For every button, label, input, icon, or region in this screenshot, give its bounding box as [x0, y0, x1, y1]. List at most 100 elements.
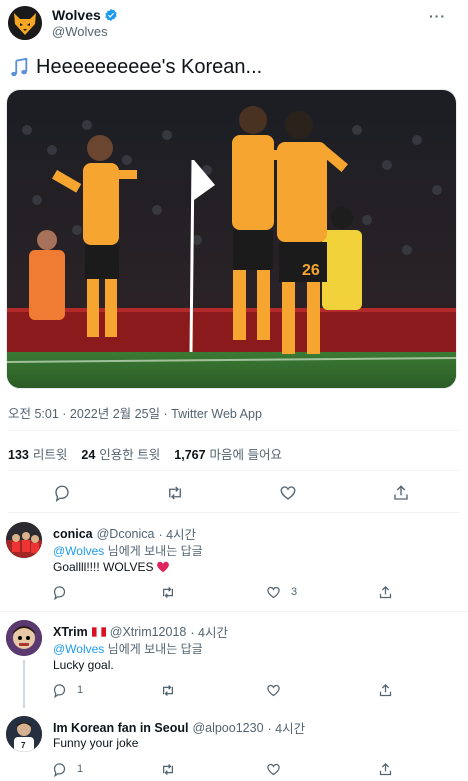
- tweet-stats: 133 리트윗 24 인용한 트윗 1,767 마음에 들어요: [8, 444, 282, 463]
- reply-time[interactable]: · 4시간: [268, 718, 306, 737]
- reply-like-button[interactable]: 3: [266, 584, 297, 600]
- retweets-stat[interactable]: 133 리트윗: [8, 444, 67, 463]
- reply-share-button[interactable]: [378, 682, 393, 698]
- reply-author-name[interactable]: Im Korean fan in Seoul: [53, 721, 188, 735]
- like-icon: [280, 486, 296, 500]
- reply-text-row: Funny your joke: [53, 736, 138, 750]
- reply-icon: [53, 683, 66, 698]
- replying-suffix: 님에게 보내는 답글: [107, 544, 203, 558]
- reply-reply-count: 1: [77, 684, 84, 696]
- author-handle: @Wolves: [52, 24, 108, 39]
- reply-author-name[interactable]: conica: [53, 527, 93, 541]
- avatar-photo: [6, 620, 42, 656]
- reply-header: XTrim @Xtrim12018 · 4시간: [53, 622, 228, 641]
- reply-avatar[interactable]: [6, 522, 42, 558]
- tweet-media-photo[interactable]: 26: [6, 89, 457, 389]
- author-avatar[interactable]: [8, 6, 42, 40]
- retweet-icon: [169, 486, 181, 500]
- reply-tweet[interactable]: conica @Dconica · 4시간 @Wolves 님에게 보내는 답글…: [0, 514, 468, 610]
- reply-author-handle[interactable]: @Xtrim12018: [110, 625, 187, 639]
- reply-text: Lucky goal.: [53, 658, 114, 672]
- reply-retweet-button[interactable]: [160, 682, 176, 698]
- tweet-timestamp[interactable]: 오전 5:01 · 2022년 2월 25일 · Twitter Web App: [8, 403, 262, 422]
- reply-text-row: Lucky goal.: [53, 658, 114, 672]
- divider: [8, 470, 460, 471]
- reply-reply-button[interactable]: 1: [52, 682, 83, 698]
- reply-header: Im Korean fan in Seoul @alpoo1230 · 4시간: [53, 718, 305, 737]
- reply-text: Goallll!!!! WOLVES: [53, 560, 154, 574]
- likes-count: 1,767: [174, 448, 206, 462]
- reply-avatar[interactable]: 7: [6, 716, 42, 752]
- reply-button[interactable]: [51, 482, 73, 504]
- like-icon: [267, 684, 280, 696]
- wolves-logo-icon: [8, 6, 42, 40]
- retweet-icon: [163, 586, 173, 598]
- tweet-header: Wolves @Wolves ···: [0, 0, 468, 48]
- reply-text: Funny your joke: [53, 736, 139, 750]
- divider: [8, 430, 460, 431]
- reply-avatar[interactable]: [6, 620, 42, 656]
- like-icon: [267, 763, 280, 775]
- reply-reply-count: 1: [77, 763, 84, 775]
- retweet-button[interactable]: [164, 482, 186, 504]
- share-button[interactable]: [390, 482, 412, 504]
- reply-like-count: 3: [291, 586, 298, 598]
- reply-author-handle[interactable]: @Dconica: [97, 527, 155, 541]
- divider: [8, 512, 460, 513]
- tweet-text-row: Heeeeeeeeee's Korean...: [8, 56, 262, 79]
- avatar-photo: 7: [6, 716, 42, 752]
- reply-like-button[interactable]: [266, 761, 281, 777]
- replying-to: @Wolves 님에게 보내는 답글: [53, 640, 203, 657]
- reply-time[interactable]: · 4시간: [158, 524, 196, 543]
- reply-icon: [53, 585, 66, 600]
- reply-tweet[interactable]: XTrim @Xtrim12018 · 4시간 @Wolves 님에게 보내는 …: [0, 612, 468, 708]
- retweet-icon: [163, 684, 173, 696]
- likes-label: 마음에 들어요: [209, 448, 283, 462]
- avatar-photo: [6, 522, 42, 558]
- tweet-text: Heeeeeeeeee's Korean...: [36, 56, 263, 78]
- like-button[interactable]: [277, 482, 299, 504]
- reply-retweet-button[interactable]: [160, 761, 176, 777]
- reply-like-button[interactable]: [266, 682, 281, 698]
- reply-tweet[interactable]: 7 Im Korean fan in Seoul @alpoo1230 · 4시…: [0, 708, 468, 781]
- reply-author-handle[interactable]: @alpoo1230: [192, 721, 263, 735]
- reply-reply-button[interactable]: 1: [52, 761, 83, 777]
- replying-mention[interactable]: @Wolves: [53, 544, 104, 558]
- share-icon: [379, 762, 392, 775]
- author-name[interactable]: Wolves: [52, 7, 101, 23]
- reply-share-button[interactable]: [378, 584, 393, 600]
- reply-time[interactable]: · 4시간: [190, 622, 228, 641]
- retweets-label: 리트윗: [32, 448, 68, 462]
- music-notes-icon: [11, 57, 28, 76]
- retweet-icon: [163, 763, 173, 775]
- quotes-count: 24: [81, 448, 96, 462]
- like-icon: [267, 586, 280, 598]
- more-icon[interactable]: ···: [429, 8, 446, 24]
- share-icon: [379, 683, 392, 696]
- author-name-row[interactable]: Wolves: [52, 7, 118, 23]
- reply-reply-button[interactable]: [52, 584, 67, 600]
- share-icon: [394, 485, 408, 500]
- replying-suffix: 님에게 보내는 답글: [107, 642, 203, 656]
- quotes-label: 인용한 트윗: [99, 448, 161, 462]
- replying-mention[interactable]: @Wolves: [53, 642, 104, 656]
- likes-stat[interactable]: 1,767 마음에 들어요: [174, 444, 282, 463]
- heart-emoji-icon: [157, 561, 170, 573]
- share-icon: [379, 585, 392, 598]
- replying-to: @Wolves 님에게 보내는 답글: [53, 542, 203, 559]
- tweet-actions: [0, 482, 468, 504]
- reply-header: conica @Dconica · 4시간: [53, 524, 196, 543]
- svg-text:7: 7: [21, 741, 26, 750]
- jersey-number: 26: [302, 262, 320, 279]
- reply-share-button[interactable]: [378, 761, 393, 777]
- reply-icon: [55, 485, 69, 502]
- reply-icon: [53, 762, 66, 777]
- retweets-count: 133: [8, 448, 29, 462]
- verified-badge-icon: [105, 8, 117, 22]
- reply-retweet-button[interactable]: [160, 584, 176, 600]
- reply-text-row: Goallll!!!! WOLVES: [53, 560, 170, 574]
- quotes-stat[interactable]: 24 인용한 트윗: [81, 444, 160, 463]
- reply-author-name[interactable]: XTrim: [53, 625, 88, 639]
- flag-peru-icon: [91, 626, 106, 637]
- football-celebration-photo: 26: [7, 90, 456, 388]
